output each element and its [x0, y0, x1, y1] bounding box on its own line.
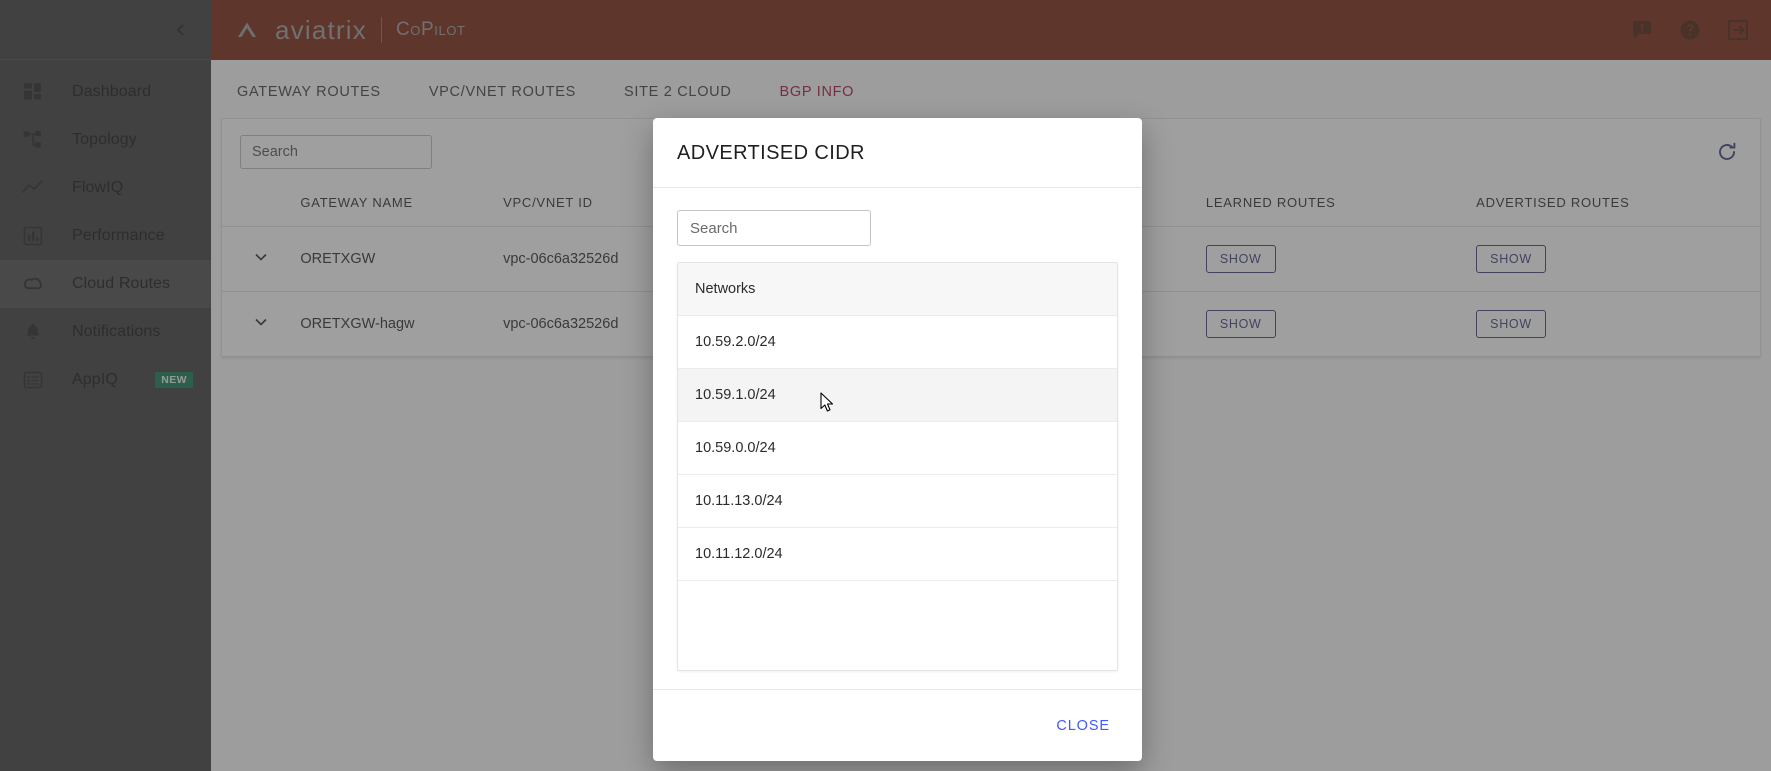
dialog-title: ADVERTISED CIDR	[677, 142, 1118, 165]
list-item[interactable]: 10.11.12.0/24	[678, 528, 1117, 581]
dialog-header: ADVERTISED CIDR	[653, 118, 1142, 188]
networks-table: Networks 10.59.2.0/24 10.59.1.0/24 10.59…	[677, 262, 1118, 671]
list-item[interactable]: 10.59.1.0/24	[678, 369, 1117, 422]
list-item[interactable]: 10.59.0.0/24	[678, 422, 1117, 475]
list-item[interactable]: 10.11.13.0/24	[678, 475, 1117, 528]
app-root: Dashboard Topology	[0, 0, 1771, 771]
dialog-body: Networks 10.59.2.0/24 10.59.1.0/24 10.59…	[653, 188, 1142, 671]
dialog-search-input[interactable]	[677, 210, 871, 246]
advertised-cidr-dialog: ADVERTISED CIDR Networks 10.59.2.0/24 10…	[653, 118, 1142, 761]
dialog-footer: CLOSE	[653, 689, 1142, 761]
list-item[interactable]: 10.59.2.0/24	[678, 316, 1117, 369]
networks-table-header: Networks	[678, 263, 1117, 316]
close-button[interactable]: CLOSE	[1050, 710, 1116, 742]
